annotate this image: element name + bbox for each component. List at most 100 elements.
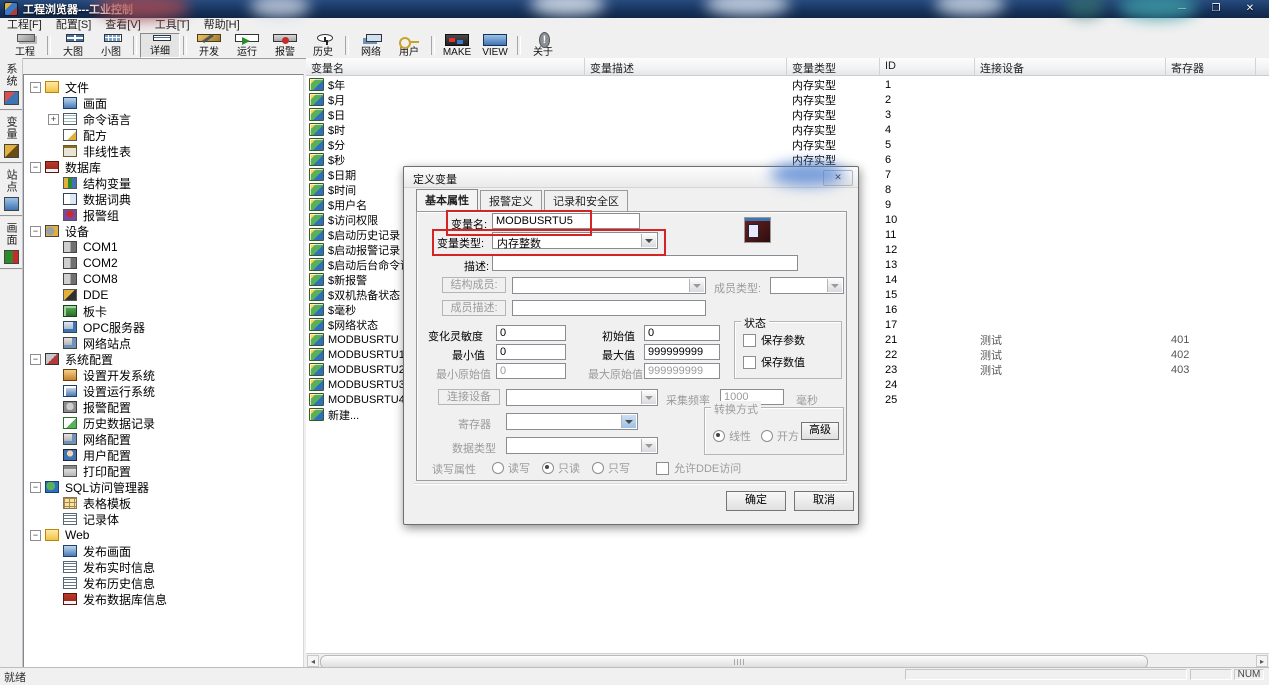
initial-value-input[interactable]: 0 [644,325,720,341]
tree-item-COM8[interactable]: COM8 [26,271,303,287]
tree-item-设置运行系统[interactable]: 设置运行系统 [26,383,303,399]
collapse-icon[interactable]: − [30,162,41,173]
ok-button[interactable]: 确定 [726,491,786,511]
tree-item-配方[interactable]: 配方 [26,127,303,143]
tree-item-网络站点[interactable]: 网络站点 [26,335,303,351]
table-row[interactable]: $年内存实型1 [306,77,1269,92]
tree-item-打印配置[interactable]: 打印配置 [26,463,303,479]
tree-item-记录体[interactable]: 记录体 [26,511,303,527]
tree-item-网络配置[interactable]: 网络配置 [26,431,303,447]
toolbar-button-run[interactable]: 运行 [228,33,266,58]
toolbar-button-large-icons[interactable]: 大图 [54,33,92,58]
description-input[interactable] [492,255,798,271]
restore-button[interactable] [1203,1,1229,15]
tree-item-SQL访问管理器[interactable]: −SQL访问管理器 [26,479,303,495]
min-input[interactable]: 0 [496,344,566,360]
close-button[interactable] [1237,1,1263,15]
tree-item-历史数据记录[interactable]: 历史数据记录 [26,415,303,431]
save-params-checkbox[interactable]: 保存参数 [743,332,805,348]
table-row[interactable]: $秒内存实型6 [306,152,1269,167]
tree-item-板卡[interactable]: 板卡 [26,303,303,319]
tree-item-设置开发系统[interactable]: 设置开发系统 [26,367,303,383]
scroll-right-arrow[interactable]: ▸ [1256,655,1268,667]
toolbar-button-user[interactable]: 用户 [390,33,428,58]
side-tab-variable[interactable]: 变量 [0,111,22,164]
system-icon [4,91,19,105]
menu-item[interactable]: 查看[V] [98,18,147,33]
min-raw-input: 0 [496,363,566,379]
tree-item-Web[interactable]: −Web [26,527,303,543]
dialog-tab-记录和安全区[interactable]: 记录和安全区 [544,190,628,211]
tree-item-设备[interactable]: −设备 [26,223,303,239]
horizontal-scrollbar[interactable]: ◂ ▸ [306,653,1269,668]
toolbar-button-make[interactable]: MAKE [438,33,476,58]
tree-item-报警组[interactable]: 报警组 [26,207,303,223]
column-header-连接设备[interactable]: 连接设备 [975,58,1166,75]
table-row[interactable]: $月内存实型2 [306,92,1269,107]
toolbar-button-network[interactable]: 网络 [352,33,390,58]
toolbar-button-history[interactable]: 历史 [304,33,342,58]
tree-item-发布历史信息[interactable]: 发布历史信息 [26,575,303,591]
tree-item-用户配置[interactable]: 用户配置 [26,447,303,463]
table-row[interactable]: $时内存实型4 [306,122,1269,137]
tree-item-发布数据库信息[interactable]: 发布数据库信息 [26,591,303,607]
collapse-icon[interactable]: − [30,530,41,541]
checkbox-icon[interactable] [743,334,756,347]
dialog-tab-基本属性[interactable]: 基本属性 [416,189,478,212]
tree-item-文件[interactable]: −文件 [26,79,303,95]
menu-item[interactable]: 配置[S] [49,18,98,33]
checkbox-icon[interactable] [743,356,756,369]
minimize-button[interactable] [1169,1,1195,15]
tree-item-数据词典[interactable]: 数据词典 [26,191,303,207]
table-row[interactable]: $日内存实型3 [306,107,1269,122]
scroll-left-arrow[interactable]: ◂ [307,655,319,667]
cancel-button[interactable]: 取消 [794,491,854,511]
dialog-title-bar[interactable]: 定义变量 [404,167,858,188]
tree-item-COM2[interactable]: COM2 [26,255,303,271]
collapse-icon[interactable]: − [30,82,41,93]
column-header-变量描述[interactable]: 变量描述 [585,58,787,75]
collapse-icon[interactable]: − [30,482,41,493]
tree-item-命令语言[interactable]: +命令语言 [26,111,303,127]
toolbar-button-alarm[interactable]: 报警 [266,33,304,58]
menu-item[interactable]: 工程[F] [0,18,49,33]
side-tab-system[interactable]: 系统 [0,58,22,111]
menu-item[interactable]: 帮助[H] [197,18,247,33]
tree-item-COM1[interactable]: COM1 [26,239,303,255]
variable-window-icon[interactable] [744,217,771,243]
tree-item-发布实时信息[interactable]: 发布实时信息 [26,559,303,575]
table-row[interactable]: $分内存实型5 [306,137,1269,152]
tree-item-报警配置[interactable]: 报警配置 [26,399,303,415]
dialog-tab-报警定义[interactable]: 报警定义 [480,190,542,211]
save-values-checkbox[interactable]: 保存数值 [743,354,805,370]
toolbar-button-project[interactable]: 工程 [6,33,44,58]
collapse-icon[interactable]: − [30,226,41,237]
tree-item-数据库[interactable]: −数据库 [26,159,303,175]
tree-item-DDE[interactable]: DDE [26,287,303,303]
column-header-寄存器[interactable]: 寄存器 [1166,58,1256,75]
side-tab-screen[interactable]: 画面 [0,217,22,270]
tree-item-发布画面[interactable]: 发布画面 [26,543,303,559]
tree-item-OPC服务器[interactable]: OPC服务器 [26,319,303,335]
column-header-变量名[interactable]: 变量名 [306,58,585,75]
column-header-变量类型[interactable]: 变量类型 [787,58,880,75]
toolbar-button-about[interactable]: 关于 [524,33,562,58]
tree-item-表格模板[interactable]: 表格模板 [26,495,303,511]
collapse-icon[interactable]: − [30,354,41,365]
menu-item[interactable]: 工具[T] [148,18,197,33]
dialog-close-icon[interactable] [823,170,853,186]
toolbar-button-small-icons[interactable]: 小图 [92,33,130,58]
toolbar-separator [517,36,521,55]
tree-item-系统配置[interactable]: −系统配置 [26,351,303,367]
sensitivity-input[interactable]: 0 [496,325,566,341]
toolbar-button-develop[interactable]: 开发 [190,33,228,58]
max-input[interactable]: 999999999 [644,344,720,360]
toolbar-button-view[interactable]: VIEW [476,33,514,58]
tree-item-非线性表[interactable]: 非线性表 [26,143,303,159]
tree-item-画面[interactable]: 画面 [26,95,303,111]
side-tab-station[interactable]: 站点 [0,164,22,217]
toolbar-button-details[interactable]: 详细 [140,33,180,58]
column-header-ID[interactable]: ID [880,58,975,75]
expand-icon[interactable]: + [48,114,59,125]
tree-item-结构变量[interactable]: 结构变量 [26,175,303,191]
